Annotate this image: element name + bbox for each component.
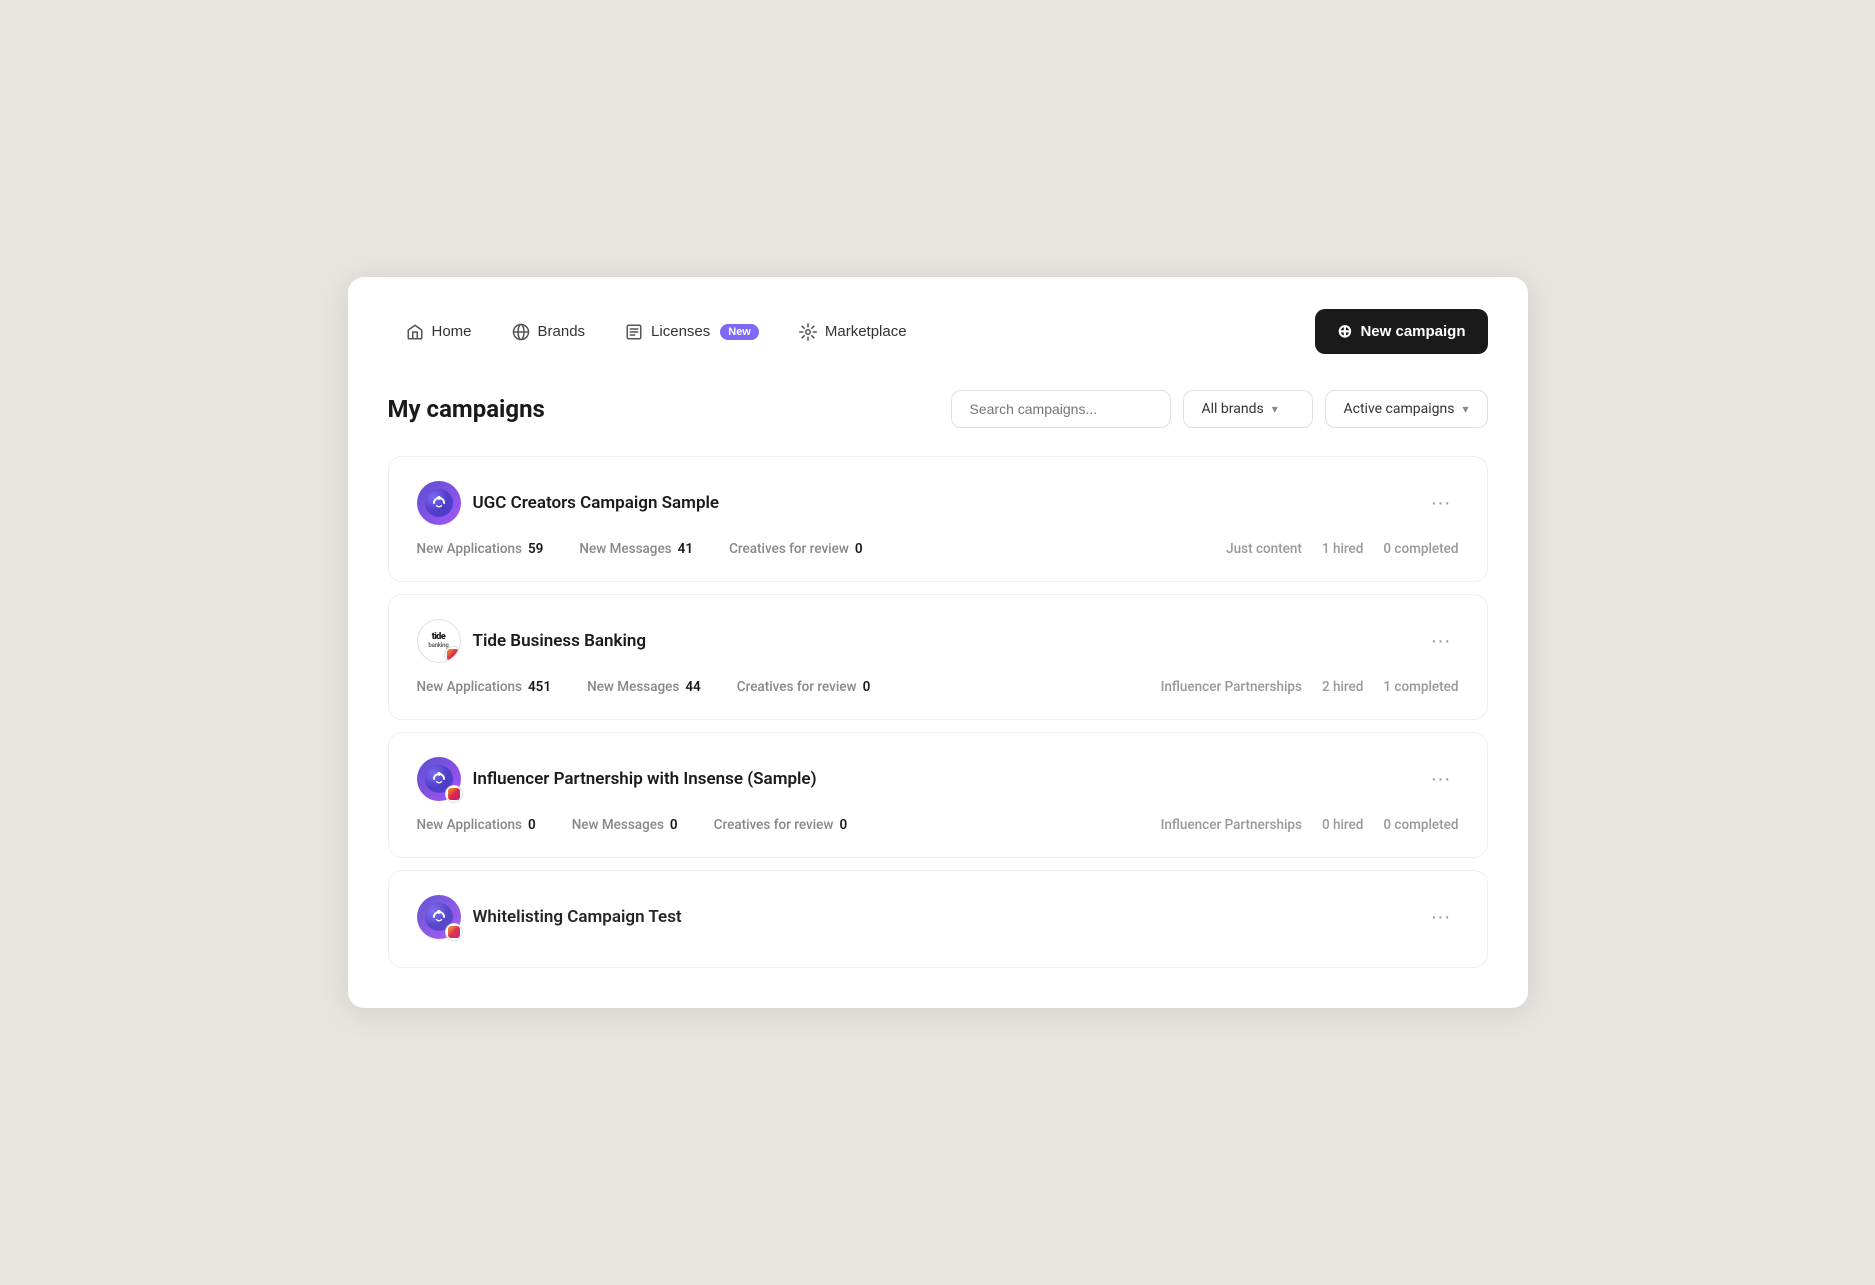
nav-licenses-label: Licenses [651,323,710,340]
brands-filter-dropdown[interactable]: All brands ▾ [1183,390,1313,428]
meta-type-influencer: Influencer Partnerships [1161,817,1302,833]
stat-messages-tide: New Messages 44 [587,679,701,695]
campaign-header-influencer: Influencer Partnership with Insense (Sam… [417,757,1459,801]
stat-new-apps-tide: New Applications 451 [417,679,552,695]
licenses-new-badge: New [720,324,759,340]
meta-type-ugc: Just content [1226,541,1302,557]
stat-msg-label-ugc: New Messages [579,541,671,557]
stat-creatives-ugc: Creatives for review 0 [729,541,863,557]
status-filter-label: Active campaigns [1344,401,1455,417]
campaigns-list: UGC Creators Campaign Sample ··· New App… [388,456,1488,968]
brands-chevron-icon: ▾ [1272,402,1278,416]
campaign-header-ugc: UGC Creators Campaign Sample ··· [417,481,1459,525]
campaign-logo-influencer-wrap [417,757,461,801]
campaign-more-btn-whitelisting[interactable]: ··· [1423,902,1459,933]
campaign-more-btn-tide[interactable]: ··· [1423,626,1459,657]
nav-left: Home Brands Licenses New Marketplace [388,313,925,351]
campaign-logo-ugc [417,481,461,525]
marketplace-icon [799,323,817,341]
stat-apps-value-tide: 451 [528,679,551,695]
stat-apps-value-ugc: 59 [528,541,543,557]
campaign-title-area-whitelisting: Whitelisting Campaign Test [417,895,682,939]
campaign-card-tide: tide banking Tide Business Banking ··· N… [388,594,1488,720]
stat-creatives-label-influencer: Creatives for review [714,817,834,833]
meta-hired-tide: 2 hired [1322,679,1363,695]
stat-apps-label-influencer: New Applications [417,817,522,833]
campaign-meta-influencer: Influencer Partnerships 0 hired 0 comple… [1161,817,1459,833]
stat-creatives-label-ugc: Creatives for review [729,541,849,557]
campaign-logo-tide: tide banking [417,619,461,663]
campaign-card-whitelisting: Whitelisting Campaign Test ··· [388,870,1488,968]
campaign-name-whitelisting: Whitelisting Campaign Test [473,907,682,927]
campaign-stats-influencer: New Applications 0 New Messages 0 Creati… [417,817,1459,833]
nav-brands-label: Brands [538,323,586,340]
brands-icon [512,323,530,341]
campaign-title-area-influencer: Influencer Partnership with Insense (Sam… [417,757,817,801]
stat-messages-influencer: New Messages 0 [572,817,678,833]
meta-hired-influencer: 0 hired [1322,817,1363,833]
campaign-logo-whitelisting-wrap [417,895,461,939]
nav-bar: Home Brands Licenses New Marketplace [388,309,1488,354]
nav-brands[interactable]: Brands [494,313,604,351]
campaign-title-area-tide: tide banking Tide Business Banking [417,619,647,663]
status-filter-dropdown[interactable]: Active campaigns ▾ [1325,390,1488,428]
nav-licenses[interactable]: Licenses New [607,313,777,351]
campaign-card-ugc: UGC Creators Campaign Sample ··· New App… [388,456,1488,582]
campaign-stats-ugc: New Applications 59 New Messages 41 Crea… [417,541,1459,557]
meta-type-tide: Influencer Partnerships [1161,679,1302,695]
influencer-ig-badge [445,785,463,803]
stat-new-apps-ugc: New Applications 59 [417,541,544,557]
stat-new-apps-influencer: New Applications 0 [417,817,536,833]
stat-creatives-value-ugc: 0 [855,541,863,557]
stat-msg-value-ugc: 41 [678,541,693,557]
campaign-header-whitelisting: Whitelisting Campaign Test ··· [417,895,1459,939]
whitelisting-ig-badge [445,923,463,941]
campaign-title-area-ugc: UGC Creators Campaign Sample [417,481,720,525]
meta-completed-tide: 1 completed [1383,679,1458,695]
stat-creatives-value-influencer: 0 [839,817,847,833]
search-input[interactable] [951,390,1171,428]
nav-home-label: Home [432,323,472,340]
campaign-name-ugc: UGC Creators Campaign Sample [473,493,720,513]
campaign-more-btn-influencer[interactable]: ··· [1423,764,1459,795]
licenses-icon [625,323,643,341]
main-window: Home Brands Licenses New Marketplace [348,277,1528,1008]
campaign-meta-tide: Influencer Partnerships 2 hired 1 comple… [1161,679,1459,695]
home-icon [406,323,424,341]
brands-filter-label: All brands [1202,401,1264,417]
campaign-more-btn-ugc[interactable]: ··· [1423,488,1459,519]
page-title: My campaigns [388,395,545,423]
stat-creatives-tide: Creatives for review 0 [737,679,871,695]
campaign-name-tide: Tide Business Banking [473,631,647,651]
stat-msg-value-tide: 44 [685,679,700,695]
meta-completed-ugc: 0 completed [1383,541,1458,557]
stat-apps-label-ugc: New Applications [417,541,522,557]
campaign-header-tide: tide banking Tide Business Banking ··· [417,619,1459,663]
meta-completed-influencer: 0 completed [1383,817,1458,833]
new-campaign-button[interactable]: ⊕ New campaign [1315,309,1487,354]
stat-msg-label-influencer: New Messages [572,817,664,833]
nav-marketplace-label: Marketplace [825,323,907,340]
campaign-meta-ugc: Just content 1 hired 0 completed [1226,541,1458,557]
campaign-name-influencer: Influencer Partnership with Insense (Sam… [473,769,817,789]
tide-ig-badge [444,646,461,663]
campaign-stats-tide: New Applications 451 New Messages 44 Cre… [417,679,1459,695]
nav-home[interactable]: Home [388,313,490,351]
nav-marketplace[interactable]: Marketplace [781,313,925,351]
stat-apps-value-influencer: 0 [528,817,536,833]
stat-msg-value-influencer: 0 [670,817,678,833]
campaigns-toolbar: My campaigns All brands ▾ Active campaig… [388,390,1488,428]
plus-icon: ⊕ [1337,321,1352,342]
toolbar-right: All brands ▾ Active campaigns ▾ [951,390,1488,428]
stat-creatives-value-tide: 0 [863,679,871,695]
stat-creatives-influencer: Creatives for review 0 [714,817,848,833]
stat-apps-label-tide: New Applications [417,679,522,695]
new-campaign-label: New campaign [1360,323,1465,340]
stat-msg-label-tide: New Messages [587,679,679,695]
meta-hired-ugc: 1 hired [1322,541,1363,557]
stat-messages-ugc: New Messages 41 [579,541,693,557]
campaign-card-influencer: Influencer Partnership with Insense (Sam… [388,732,1488,858]
status-chevron-icon: ▾ [1462,402,1468,416]
stat-creatives-label-tide: Creatives for review [737,679,857,695]
